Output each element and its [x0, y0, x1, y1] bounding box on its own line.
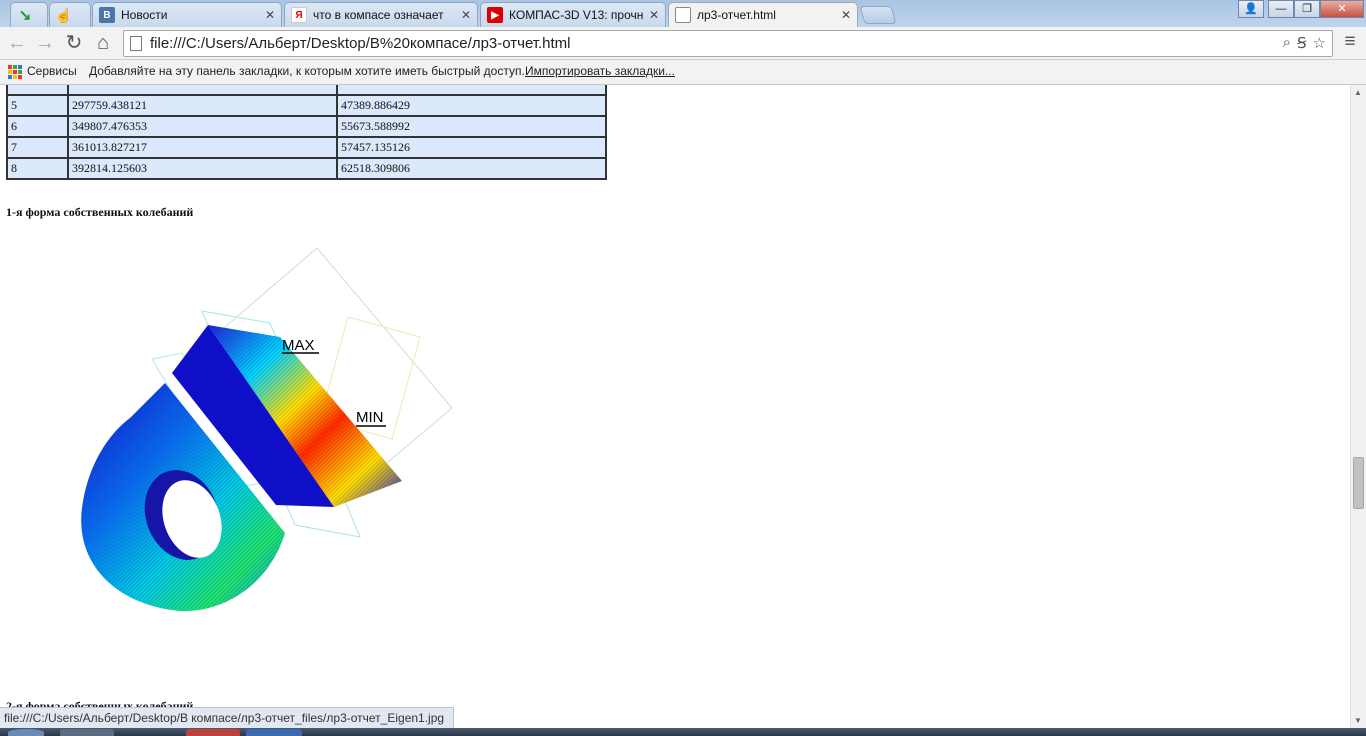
scrollbar-thumb[interactable]: [1353, 457, 1364, 509]
table-row: 6 349807.476353 55673.588992: [6, 115, 607, 138]
tab-pinned-2[interactable]: ☝: [49, 2, 91, 27]
page-content: 5 297759.438121 47389.886429 6 349807.476353…: [0, 85, 1350, 728]
home-icon[interactable]: ⌂: [91, 31, 115, 55]
frequency-cell: 47389.886429: [336, 94, 607, 117]
eigenmode-figure[interactable]: MAX MIN: [70, 233, 500, 618]
menu-icon[interactable]: ≡: [1340, 31, 1360, 53]
table-row: [6, 85, 607, 96]
circular-frequency-cell: 297759.438121: [67, 94, 338, 117]
star-icon[interactable]: ☆: [1313, 34, 1326, 52]
toolbar: ← → ↻ ⌂ file:///C:/Users/Альберт/Desktop…: [0, 27, 1366, 60]
scrollbar[interactable]: ▲ ▼: [1350, 85, 1366, 728]
minimize-button[interactable]: —: [1268, 0, 1294, 18]
translate-icon[interactable]: Ꞩ: [1297, 34, 1307, 52]
tab-title: КОМПАС-3D V13: прочн: [509, 8, 643, 22]
address-text[interactable]: file:///C:/Users/Альберт/Desktop/В%20ком…: [150, 35, 571, 52]
circular-frequency-cell: 392814.125603: [67, 157, 338, 180]
page-icon: [675, 7, 691, 23]
tab-title: что в компасе означает: [313, 8, 444, 22]
address-bar[interactable]: file:///C:/Users/Альберт/Desktop/В%20ком…: [123, 30, 1333, 57]
bookmarks-bar: Сервисы Добавляйте на эту панель закладк…: [0, 60, 1366, 85]
page-icon: [130, 36, 142, 51]
frequency-cell: [336, 85, 607, 96]
green-arrow-icon: ↘: [18, 7, 32, 24]
tab-report-active[interactable]: лр3-отчет.html ✕: [668, 2, 858, 27]
taskbar-item[interactable]: [186, 729, 240, 736]
tab-strip: ↘ ☝ В Новости ✕ Я что в компасе означает…: [0, 0, 1366, 27]
tab-title: лр3-отчет.html: [697, 8, 776, 22]
table-row: 8 392814.125603 62518.309806: [6, 157, 607, 180]
taskbar-item[interactable]: [60, 729, 114, 736]
close-icon[interactable]: ✕: [841, 8, 851, 22]
reload-icon[interactable]: ↻: [62, 31, 86, 55]
mode-number-cell: [6, 85, 69, 96]
table-row: 5 297759.438121 47389.886429: [6, 94, 607, 117]
apps-grid-icon[interactable]: [8, 65, 22, 79]
forward-icon[interactable]: →: [33, 31, 57, 55]
status-bubble: file:///C:/Users/Альберт/Desktop/В компа…: [0, 707, 454, 728]
table-row: 7 361013.827217 57457.135126: [6, 136, 607, 159]
search-icon[interactable]: ⌕: [1283, 34, 1291, 52]
tab-yandex-search[interactable]: Я что в компасе означает ✕: [284, 2, 478, 27]
tab-title: Новости: [121, 8, 168, 22]
circular-frequency-cell: 361013.827217: [67, 136, 338, 159]
mode-number-cell: 6: [6, 115, 69, 138]
circular-frequency-cell: 349807.476353: [67, 115, 338, 138]
circular-frequency-cell: [67, 85, 338, 96]
section-title: 1-я форма собственных колебаний: [6, 205, 194, 219]
vk-icon: В: [99, 7, 115, 23]
user-icon[interactable]: 👤: [1238, 0, 1264, 18]
tab-youtube[interactable]: ▶ КОМПАС-3D V13: прочн ✕: [480, 2, 666, 27]
import-bookmarks-link[interactable]: Импортировать закладки...: [525, 64, 675, 78]
youtube-icon: ▶: [487, 7, 503, 23]
back-icon[interactable]: ←: [5, 31, 29, 55]
close-icon[interactable]: ✕: [265, 8, 275, 22]
scroll-up-icon[interactable]: ▲: [1354, 88, 1362, 97]
red-cursor-icon: ☝: [55, 6, 73, 23]
mode-number-cell: 7: [6, 136, 69, 159]
restore-button[interactable]: ❐: [1294, 0, 1320, 18]
bookmarks-hint: Добавляйте на эту панель закладки, к кот…: [89, 64, 525, 78]
yandex-icon: Я: [291, 7, 307, 23]
frequency-table: 5 297759.438121 47389.886429 6 349807.476353…: [6, 85, 607, 180]
mode-number-cell: 8: [6, 157, 69, 180]
frequency-cell: 57457.135126: [336, 136, 607, 159]
browser-chrome: ↘ ☝ В Новости ✕ Я что в компасе означает…: [0, 0, 1366, 85]
window-close-button[interactable]: ✕: [1320, 0, 1364, 18]
close-icon[interactable]: ✕: [461, 8, 471, 22]
frequency-cell: 62518.309806: [336, 157, 607, 180]
frequency-cell: 55673.588992: [336, 115, 607, 138]
tab-news[interactable]: В Новости ✕: [92, 2, 282, 27]
new-tab-button[interactable]: [859, 6, 897, 24]
taskbar: [0, 728, 1366, 736]
close-icon[interactable]: ✕: [649, 8, 659, 22]
max-label: MAX: [282, 337, 315, 354]
scroll-down-icon[interactable]: ▼: [1354, 716, 1362, 725]
apps-link[interactable]: Сервисы: [27, 64, 77, 78]
taskbar-item[interactable]: [246, 729, 302, 736]
start-button[interactable]: [8, 729, 44, 736]
tab-pinned-1[interactable]: ↘: [10, 2, 48, 27]
min-label: MIN: [356, 409, 384, 426]
mode-number-cell: 5: [6, 94, 69, 117]
